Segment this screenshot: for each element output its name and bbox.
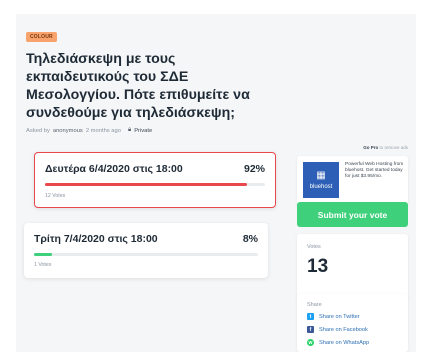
votes-card: Votes 13 bbox=[297, 234, 408, 298]
go-pro-note: Go Pro to remove ads bbox=[363, 145, 408, 150]
votes-label: Votes bbox=[307, 244, 321, 250]
share-card: Share t Share on Twitter f Share on Face… bbox=[297, 294, 408, 352]
ad-text: Powerful Web Hosting from bluehost. Get … bbox=[345, 162, 404, 179]
privacy-label: Private bbox=[134, 127, 153, 134]
submit-vote-button[interactable]: Submit your vote bbox=[297, 202, 408, 227]
share-label-text: Share on Facebook bbox=[319, 326, 368, 333]
option-label: Τρίτη 7/4/2020 στις 18:00 bbox=[34, 233, 158, 245]
option-votes: 12 Votes bbox=[45, 193, 66, 199]
poll-title: Τηλεδιάσκεψη με τους εκπαιδευτικούς του … bbox=[26, 51, 250, 121]
whatsapp-icon: w bbox=[307, 339, 314, 346]
go-pro-suffix: to remove ads bbox=[378, 145, 408, 150]
poll-option-card[interactable]: Δευτέρα 6/4/2020 στις 18:00 92% 12 Votes bbox=[34, 152, 276, 208]
grid-icon: ▦ bbox=[316, 169, 326, 181]
poll-page: COLOUR Τηλεδιάσκεψη με τους εκπαιδευτικο… bbox=[16, 14, 416, 352]
option-progress-fill bbox=[34, 253, 52, 256]
share-whatsapp-link[interactable]: w Share on WhatsApp bbox=[307, 339, 369, 346]
share-label-text: Share on WhatsApp bbox=[319, 339, 370, 346]
option-votes: 1 Votes bbox=[34, 262, 52, 268]
ad-banner[interactable]: ▦ bluehost Powerful Web Hosting from blu… bbox=[297, 156, 408, 206]
option-progress-fill bbox=[45, 183, 248, 186]
option-percent: 8% bbox=[242, 233, 258, 245]
poll-time: 2 months ago bbox=[85, 127, 121, 134]
ad-brand: bluehost bbox=[309, 183, 333, 190]
share-facebook-link[interactable]: f Share on Facebook bbox=[307, 326, 368, 333]
option-label: Δευτέρα 6/4/2020 στις 18:00 bbox=[45, 163, 183, 175]
option-progress-track bbox=[34, 253, 258, 256]
author-link[interactable]: anonymous bbox=[53, 128, 83, 134]
share-label: Share bbox=[307, 302, 322, 308]
facebook-icon: f bbox=[307, 326, 314, 333]
share-label-text: Share on Twitter bbox=[319, 313, 360, 320]
ad-logo: ▦ bluehost bbox=[303, 162, 339, 198]
go-pro-link[interactable]: Go Pro bbox=[363, 145, 378, 150]
asked-by-text: Asked by bbox=[26, 127, 50, 134]
share-twitter-link[interactable]: t Share on Twitter bbox=[307, 313, 360, 320]
option-progress-track bbox=[45, 183, 265, 186]
lock-icon: 🔒︎ bbox=[127, 127, 132, 133]
option-percent: 92% bbox=[243, 163, 265, 175]
twitter-icon: t bbox=[307, 313, 314, 320]
votes-count: 13 bbox=[307, 256, 329, 277]
poll-meta: Asked by anonymous 2 months ago 🔒︎ Priva… bbox=[26, 127, 152, 134]
category-tag: COLOUR bbox=[26, 32, 57, 42]
poll-option-card[interactable]: Τρίτη 7/4/2020 στις 18:00 8% 1 Votes bbox=[24, 223, 268, 278]
